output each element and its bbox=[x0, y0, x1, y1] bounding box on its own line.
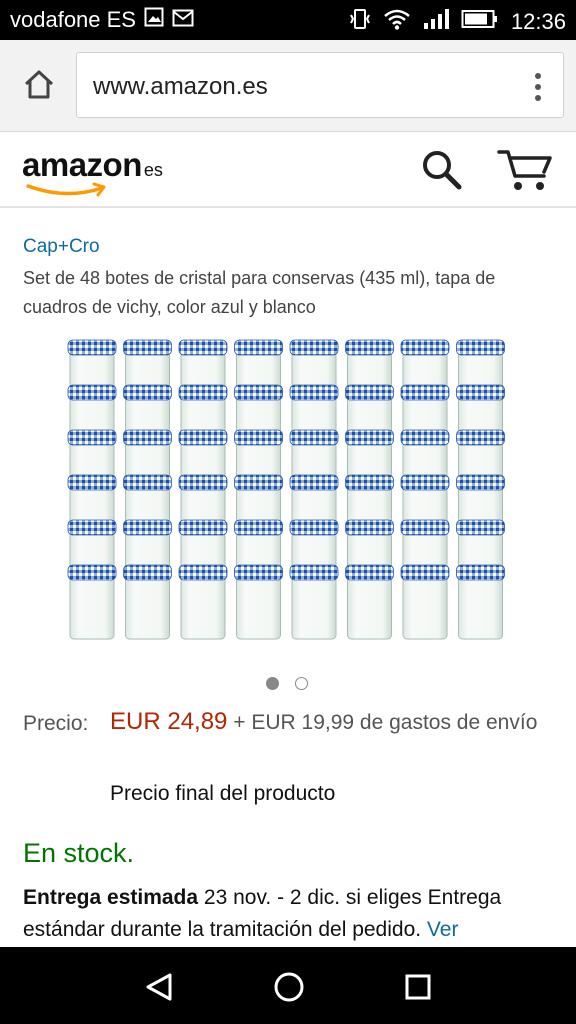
delivery-estimate: Entrega estimada 23 nov. - 2 dic. si eli… bbox=[23, 882, 563, 946]
jar bbox=[123, 429, 172, 483]
image-icon bbox=[144, 7, 164, 33]
more-vert-icon[interactable] bbox=[533, 72, 543, 102]
jar bbox=[234, 339, 283, 393]
jar bbox=[234, 429, 283, 483]
jar bbox=[67, 564, 117, 640]
battery-icon bbox=[461, 9, 499, 35]
image-carousel-dots bbox=[266, 677, 308, 690]
smile-arrow-icon bbox=[26, 182, 106, 197]
signal-icon bbox=[423, 8, 449, 36]
jar bbox=[234, 564, 283, 640]
cart-icon[interactable] bbox=[496, 144, 554, 194]
jar bbox=[178, 384, 228, 438]
carousel-dot-1[interactable] bbox=[266, 677, 279, 690]
home-icon[interactable] bbox=[18, 64, 60, 106]
jar bbox=[456, 564, 505, 640]
jar bbox=[289, 339, 339, 393]
jar bbox=[400, 429, 450, 483]
jar bbox=[289, 564, 339, 640]
jar bbox=[345, 564, 394, 640]
jar bbox=[178, 519, 228, 573]
carrier-name: vodafone ES bbox=[10, 7, 136, 32]
jar bbox=[400, 384, 450, 438]
jar bbox=[289, 519, 339, 573]
jar bbox=[289, 384, 339, 438]
product-image[interactable] bbox=[64, 336, 512, 644]
status-right: 12:36 bbox=[349, 7, 566, 37]
back-triangle-icon[interactable] bbox=[140, 967, 180, 1007]
jar bbox=[456, 519, 505, 573]
url-bar[interactable]: www.amazon.es bbox=[76, 52, 564, 118]
jar bbox=[123, 564, 172, 640]
jar bbox=[178, 339, 228, 393]
jar bbox=[234, 519, 283, 573]
jar bbox=[234, 474, 283, 528]
price-block: EUR 24,89 + EUR 19,99 de gastos de envío bbox=[110, 705, 550, 740]
recent-apps-icon[interactable] bbox=[398, 967, 438, 1007]
jar bbox=[67, 339, 117, 393]
jar bbox=[456, 474, 505, 528]
price-note: Precio final del producto bbox=[110, 782, 336, 805]
jar bbox=[400, 519, 450, 573]
jar bbox=[123, 384, 172, 438]
jar bbox=[67, 519, 117, 573]
price-value: EUR 24,89 bbox=[110, 708, 228, 735]
jar bbox=[289, 429, 339, 483]
clock: 12:36 bbox=[510, 9, 566, 34]
status-bar: vodafone ES 12:36 bbox=[0, 0, 576, 40]
stock-status: En stock. bbox=[23, 838, 135, 868]
jar bbox=[345, 474, 394, 528]
price-label: Precio: bbox=[23, 712, 89, 735]
jar bbox=[345, 384, 394, 438]
system-nav-bar bbox=[0, 947, 576, 1024]
logo-text: amazon bbox=[22, 146, 142, 183]
jar bbox=[345, 519, 394, 573]
jar bbox=[178, 474, 228, 528]
jar bbox=[123, 339, 172, 393]
jar bbox=[123, 519, 172, 573]
jar bbox=[234, 384, 283, 438]
jar bbox=[289, 474, 339, 528]
delivery-more-link[interactable]: Ver bbox=[427, 918, 459, 941]
product-title: Set de 48 botes de cristal para conserva… bbox=[23, 268, 496, 317]
mail-icon bbox=[172, 7, 194, 33]
site-header: amazon es bbox=[0, 132, 576, 208]
jar bbox=[67, 429, 117, 483]
delivery-label: Entrega estimada bbox=[23, 886, 199, 909]
jar bbox=[178, 564, 228, 640]
jar bbox=[178, 429, 228, 483]
jar bbox=[400, 474, 450, 528]
jar bbox=[400, 339, 450, 393]
jar bbox=[456, 339, 505, 393]
jar bbox=[123, 474, 172, 528]
carousel-dot-2[interactable] bbox=[295, 677, 308, 690]
vibrate-icon bbox=[349, 7, 371, 37]
browser-toolbar: www.amazon.es bbox=[0, 40, 576, 132]
status-left: vodafone ES bbox=[10, 7, 194, 33]
jar bbox=[456, 384, 505, 438]
jar bbox=[345, 339, 394, 393]
jar bbox=[67, 474, 117, 528]
jar bbox=[67, 384, 117, 438]
url-text[interactable]: www.amazon.es bbox=[93, 73, 268, 101]
brand-link[interactable]: Cap+Cro bbox=[23, 236, 100, 258]
wifi-icon bbox=[383, 8, 411, 36]
logo-tld: es bbox=[143, 160, 163, 180]
search-icon[interactable] bbox=[420, 148, 464, 192]
jar bbox=[456, 429, 505, 483]
amazon-logo[interactable]: amazon es bbox=[22, 146, 182, 197]
jar bbox=[400, 564, 450, 640]
home-circle-icon[interactable] bbox=[268, 966, 310, 1008]
jar bbox=[345, 429, 394, 483]
shipping-cost: + EUR 19,99 de gastos de envío bbox=[233, 711, 538, 734]
